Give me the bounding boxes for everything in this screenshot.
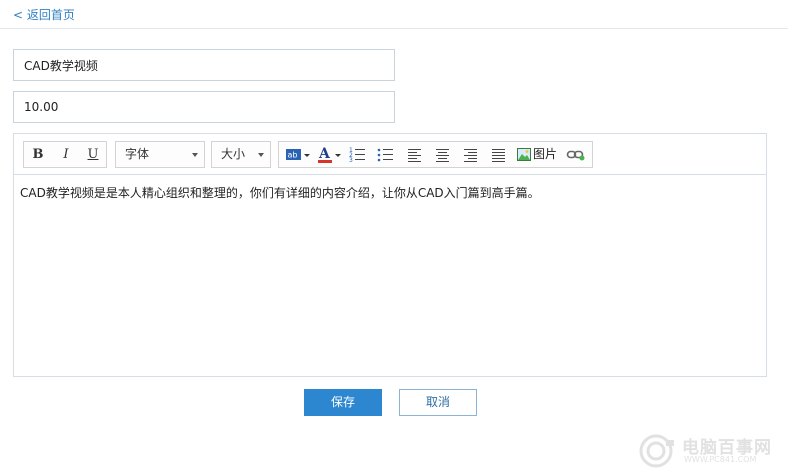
price-input[interactable] [13, 91, 395, 123]
back-to-home-link[interactable]: < 返回首页 [13, 6, 75, 23]
editor-content-area[interactable]: CAD教学视频是是本人精心组织和整理的，你们有详细的内容介绍，让你从CAD入门篇… [14, 175, 766, 376]
justify-button[interactable] [487, 142, 511, 167]
editor-toolbar: B I U 字体 大小 ab A 1 2 3 图片 [14, 134, 766, 175]
justify-icon [492, 149, 505, 162]
format-group: ab A 1 2 3 图片 [278, 141, 593, 168]
title-input[interactable] [13, 49, 395, 81]
font-size-select[interactable]: 大小 [211, 141, 271, 168]
image-icon [517, 148, 531, 161]
align-right-button[interactable] [459, 142, 483, 167]
chevron-down-icon [304, 154, 310, 157]
align-left-button[interactable] [403, 142, 427, 167]
watermark-logo-icon [639, 434, 674, 468]
font-size-label: 大小 [221, 147, 246, 161]
italic-button[interactable]: I [53, 142, 79, 167]
svg-text:A: A [318, 146, 331, 162]
underline-button[interactable]: U [80, 142, 106, 167]
top-bar: < 返回首页 [0, 0, 788, 29]
save-button[interactable]: 保存 [304, 389, 382, 416]
chevron-down-icon [335, 154, 341, 157]
rich-text-editor: B I U 字体 大小 ab A 1 2 3 图片 CAD教学视频是是本人精心组… [13, 133, 767, 377]
font-family-select[interactable]: 字体 [115, 141, 205, 168]
ordered-list-button[interactable]: 1 2 3 [346, 142, 370, 167]
bold-button[interactable]: B [25, 142, 51, 167]
insert-link-button[interactable] [564, 142, 588, 167]
unordered-list-icon [377, 148, 393, 162]
chevron-down-icon [258, 153, 264, 157]
watermark-url: WWW.PC841.COM [684, 455, 757, 464]
highlight-color-button[interactable]: ab [283, 142, 311, 167]
link-icon [566, 150, 585, 161]
cancel-button[interactable]: 取消 [399, 389, 477, 416]
align-center-icon [436, 149, 449, 162]
align-center-button[interactable] [431, 142, 455, 167]
text-style-group: B I U [23, 141, 107, 168]
align-left-icon [408, 149, 421, 162]
align-right-icon [464, 149, 477, 162]
font-family-label: 字体 [125, 147, 150, 161]
svg-text:3: 3 [349, 157, 353, 164]
font-color-button[interactable]: A [314, 142, 342, 167]
chevron-down-icon [192, 153, 198, 157]
unordered-list-button[interactable] [374, 142, 398, 167]
svg-text:ab: ab [288, 151, 298, 160]
insert-image-label: 图片 [533, 147, 558, 161]
site-watermark: 电脑百事网 WWW.PC841.COM [636, 432, 784, 470]
ordered-list-icon: 1 2 3 [349, 147, 365, 164]
insert-image-button[interactable]: 图片 [514, 142, 560, 167]
